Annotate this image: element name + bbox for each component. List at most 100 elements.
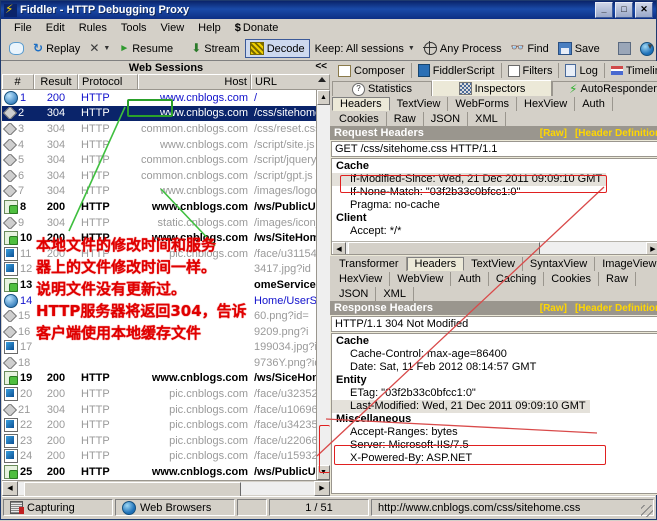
table-row[interactable]: 9304HTTPstatic.cnblogs.com/images/icon_r… [2,215,330,231]
scroll-left-icon[interactable]: ◀ [2,481,18,496]
close-button[interactable]: ✕ [635,2,653,18]
any-process-button[interactable]: Any Process [420,40,506,57]
header-row[interactable]: Last-Modified: Wed, 21 Dec 2011 09:09:10… [332,400,657,413]
menu-donate[interactable]: Donate [228,21,286,35]
request-tab-cookies[interactable]: Cookies [332,112,387,126]
table-row[interactable]: 13omeService [2,277,330,293]
maximize-button[interactable]: □ [615,2,633,18]
decode-button[interactable]: Decode [245,39,310,58]
scroll-right-icon[interactable]: ▶ [646,242,657,255]
minimize-button[interactable]: _ [595,2,613,18]
menu-rules[interactable]: Rules [72,21,114,35]
request-tab-xml[interactable]: XML [468,112,506,126]
request-raw-link[interactable]: [Raw] [540,128,567,139]
menu-help[interactable]: Help [191,21,228,35]
header-row[interactable]: Cache-Control: max-age=86400 [332,348,657,361]
comment-button[interactable] [5,40,28,57]
table-row[interactable]: 6304HTTPcommon.cnblogs.com/script/gpt.js [2,168,330,184]
table-row[interactable]: 11200HTTPpic.cnblogs.com/face/u311549.jp… [2,246,330,262]
table-row[interactable]: 4304HTTPwww.cnblogs.com/script/site.js [2,137,330,153]
request-tab-headers[interactable]: Headers [332,97,390,111]
column-header-num[interactable]: # [2,74,34,89]
table-row[interactable]: 21304HTTPpic.cnblogs.com/face/u106968.gi… [2,402,330,418]
sessions-horizontal-scrollbar[interactable]: ◀ ▶ [2,480,330,495]
menu-file[interactable]: File [7,21,39,35]
scroll-left-icon[interactable]: ◀ [332,242,346,255]
table-row[interactable]: 20200HTTPpic.cnblogs.com/face/u323522.jp… [2,386,330,402]
column-header-protocol[interactable]: Protocol [78,74,138,89]
sessions-vertical-scrollbar[interactable]: ▲ ▼ [316,90,330,480]
response-tab-auth[interactable]: Auth [451,272,489,286]
request-tab-textview[interactable]: TextView [390,97,449,111]
req-hscroll-track[interactable] [346,242,646,253]
table-row[interactable]: 7304HTTPwww.cnblogs.com/images/logo_smal… [2,184,330,200]
table-row[interactable]: 14Home/UserS [2,293,330,309]
request-tab-hexview[interactable]: HexView [517,97,575,111]
column-header-host[interactable]: Host [138,74,251,89]
table-row[interactable]: 24200HTTPpic.cnblogs.com/face/u159329.jp… [2,449,330,465]
tab-filters[interactable]: Filters [502,63,560,78]
table-row[interactable]: 123417.jpg?id [2,262,330,278]
remove-button[interactable]: ✕ ▼ [85,41,114,56]
table-row[interactable]: 2304HTTPwww.cnblogs.com/css/sitehome.css [2,106,330,122]
response-tab-headers[interactable]: Headers [407,257,465,271]
table-row[interactable]: 17199034.jpg?ic [2,340,330,356]
find-button[interactable]: 👓 Find [507,41,553,57]
save-button[interactable]: Save [554,40,604,57]
req-hscroll-thumb[interactable] [348,242,540,255]
response-tab-imageview[interactable]: ImageView [595,257,657,271]
header-row[interactable]: If-Modified-Since: Wed, 21 Dec 2011 09:0… [332,173,657,186]
table-row[interactable]: 169209.png?i [2,324,330,340]
table-row[interactable]: 5304HTTPcommon.cnblogs.com/script/jquery… [2,152,330,168]
response-tab-raw[interactable]: Raw [599,272,636,286]
response-headers-list[interactable]: CacheCache-Control: max-age=86400Date: S… [331,333,657,494]
replay-button[interactable]: ↻ Replay [29,41,84,57]
response-tab-webview[interactable]: WebView [390,272,451,286]
menu-edit[interactable]: Edit [39,21,72,35]
header-row[interactable]: Date: Sat, 11 Feb 2012 08:14:57 GMT [332,361,657,374]
table-row[interactable]: 1560.png?id= [2,308,330,324]
table-row[interactable]: 19200HTTPwww.cnblogs.com/ws/SiceHomeServ… [2,371,330,387]
menu-view[interactable]: View [154,21,192,35]
menu-tools[interactable]: Tools [114,21,154,35]
response-tab-cookies[interactable]: Cookies [544,272,599,286]
tab-composer[interactable]: Composer [332,63,412,78]
table-row[interactable]: 22200HTTPpic.cnblogs.com/face/u342353.jp… [2,417,330,433]
response-tab-textview[interactable]: TextView [464,257,523,271]
table-row[interactable]: 189736Y.png?id [2,355,330,371]
resume-button[interactable]: ► Resume [115,41,177,57]
response-tab-hexview[interactable]: HexView [332,272,390,286]
header-row[interactable]: Accept-Ranges: bytes [332,426,657,439]
response-tab-transformer[interactable]: Transformer [332,257,407,271]
tab-statistics[interactable]: ? Statistics [332,81,432,96]
clipboard-button[interactable] [614,40,635,57]
table-row[interactable]: 25200HTTPwww.cnblogs.com/ws/PublicUserSe… [2,464,330,480]
table-row[interactable]: 8200HTTPwww.cnblogs.com/ws/PublicUserSer… [2,199,330,215]
header-row[interactable]: Accept: */* [332,225,657,238]
request-tab-json[interactable]: JSON [424,112,468,126]
request-tab-webforms[interactable]: WebForms [448,97,517,111]
resize-grip-icon[interactable] [641,505,653,517]
tab-log[interactable]: Log [559,63,604,78]
table-row[interactable]: 1200HTTPwww.cnblogs.com/ [2,90,330,106]
header-row[interactable]: ETag: "03f2b33c0bfcc1:0" [332,387,657,400]
tab-autoresponder[interactable]: ⚡ AutoResponder [552,81,657,96]
tab-inspectors[interactable]: Inspectors [432,80,552,96]
column-header-result[interactable]: Result [34,74,78,89]
header-row[interactable]: If-None-Match: "03f2b33c0bfcc1:0" [332,186,657,199]
sessions-list[interactable]: ▲ ▼ 1200HTTPwww.cnblogs.com/2304HTTPwww.… [2,90,330,480]
request-tab-auth[interactable]: Auth [575,97,613,111]
column-header-url[interactable]: URL [251,74,330,89]
hscroll-track[interactable] [18,482,314,495]
response-header-definitions-link[interactable]: [Header Definitions] [575,303,657,314]
tab-fiddlerscript[interactable]: FiddlerScript [412,63,502,78]
table-row[interactable]: 10200HTTPwww.cnblogs.com/ws/SiteHomeServ… [2,230,330,246]
process-filter-status[interactable]: Web Browsers [115,499,235,516]
request-headers-hscroll[interactable]: ◀ ▶ [332,241,657,254]
request-headers-list[interactable]: CacheIf-Modified-Since: Wed, 21 Dec 2011… [331,158,657,255]
toolbar-overflow-icon[interactable]: ▼ [646,42,654,51]
table-row[interactable]: 3304HTTPcommon.cnblogs.com/css/reset.css [2,121,330,137]
response-raw-link[interactable]: [Raw] [540,303,567,314]
response-tab-caching[interactable]: Caching [489,272,544,286]
stream-button[interactable]: ⬇ Stream [187,41,244,57]
